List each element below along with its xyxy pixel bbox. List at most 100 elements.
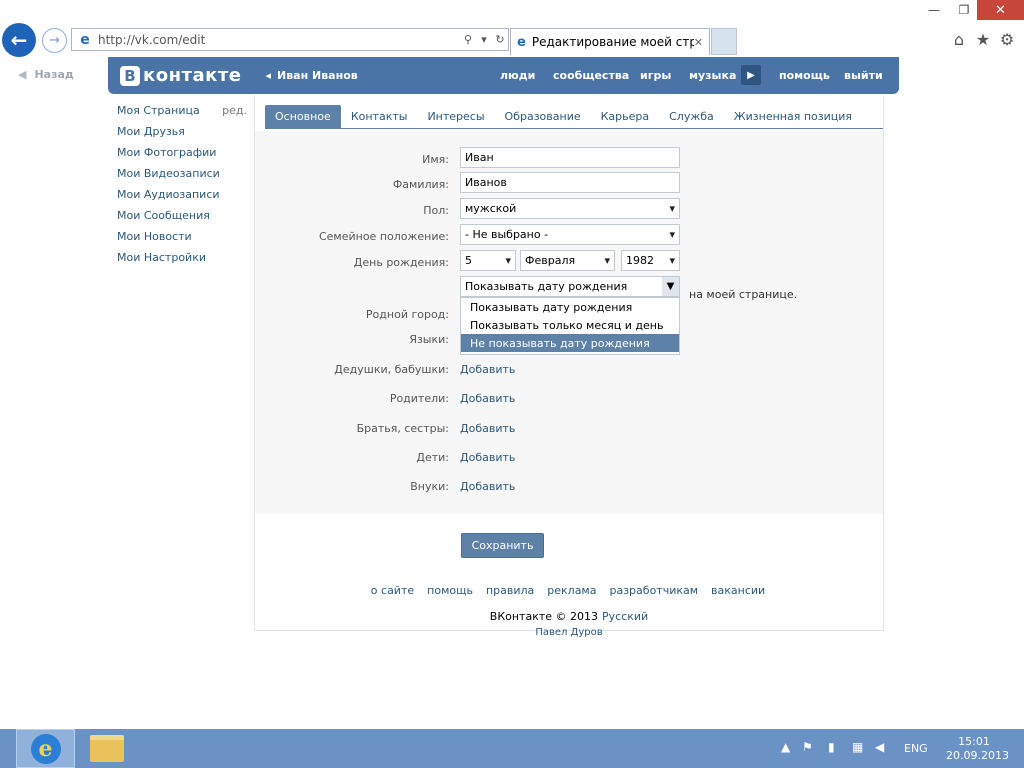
menu-my-settings[interactable]: Мои Настройки [117,251,247,272]
back-arrow-icon: ◀ [18,68,27,81]
menu-my-news[interactable]: Мои Новости [117,230,247,251]
forward-button[interactable]: → [42,28,67,53]
sex-label: Пол: [423,204,449,217]
tab-main[interactable]: Основное [265,105,341,128]
new-tab-button[interactable] [711,28,737,55]
nav-logout[interactable]: выйти [844,57,883,94]
vk-logo[interactable]: В контакте [120,65,241,86]
show-hidden-icons-icon[interactable]: ▲ [781,740,790,754]
left-menu: Моя Страница ред. Мои Друзья Мои Фотогра… [117,104,247,272]
author-link[interactable]: Павел Дуров [254,627,884,638]
bday-month-select[interactable]: Февраля [520,250,615,271]
back-button[interactable]: ← [2,23,36,57]
first-name-label: Имя: [422,153,449,166]
footer-links: о сайте помощь правила реклама разработч… [252,584,884,597]
input-language[interactable]: ENG [904,742,928,755]
footer-link-rules[interactable]: правила [486,584,534,597]
dropdown-option[interactable]: Показывать только месяц и день [461,316,679,334]
footer-link-about[interactable]: о сайте [371,584,414,597]
file-explorer-icon[interactable] [90,735,124,762]
browser-tab[interactable]: e Редактирование моей стр... ✕ [510,28,710,55]
user-arrow-icon: ◂ [265,69,271,82]
menu-my-messages[interactable]: Мои Сообщения [117,209,247,230]
footer-link-jobs[interactable]: вакансии [711,584,765,597]
bday-visibility-dropdown: Показывать дату рождения Показывать толь… [460,297,680,355]
user-name-link[interactable]: ◂ Иван Иванов [265,69,357,82]
network-icon[interactable]: ▦ [852,740,863,754]
refresh-icon[interactable]: ↻ [492,33,508,46]
back-link-label: Назад [34,68,74,81]
menu-my-audio[interactable]: Мои Аудиозаписи [117,188,247,209]
favorites-star-icon[interactable]: ★ [974,30,992,49]
play-arrow-icon: ▶ [747,69,755,81]
tab-education[interactable]: Образование [495,105,591,128]
bday-visibility-select[interactable]: Показывать дату рождения ▼ [460,276,680,297]
web-page: ◀ Назад В контакте ◂ Иван Иванов люди со… [0,57,1024,729]
address-url[interactable]: http://vk.com/edit [98,33,460,47]
last-name-input[interactable]: Иванов [460,172,680,193]
footer-link-ads[interactable]: реклама [547,584,596,597]
dropdown-option-selected[interactable]: Не показывать дату рождения [461,334,679,352]
clock-date: 20.09.2013 [946,749,1009,762]
siblings-label: Братья, сестры: [356,422,449,435]
add-grandchildren-link[interactable]: Добавить [460,480,515,493]
bday-day-select[interactable]: 5 [460,250,516,271]
menu-my-photos[interactable]: Мои Фотографии [117,146,247,167]
profile-tabs: Основное Контакты Интересы Образование К… [265,105,883,129]
close-window-button[interactable]: ✕ [977,0,1024,20]
nav-groups[interactable]: сообщества [553,57,629,94]
bday-year-select[interactable]: 1982 [621,250,680,271]
nav-help[interactable]: помощь [779,57,830,94]
logo-badge: В [120,65,140,86]
tab-interests[interactable]: Интересы [417,105,494,128]
dropdown-option[interactable]: Показывать дату рождения [461,298,679,316]
system-clock[interactable]: 15:01 20.09.2013 [946,735,1009,763]
footer-link-help[interactable]: помощь [427,584,473,597]
tab-life-position[interactable]: Жизненная позиция [724,105,862,128]
sex-select[interactable]: мужской [460,198,680,219]
nav-people[interactable]: люди [500,57,535,94]
nav-games[interactable]: игры [640,57,671,94]
close-tab-icon[interactable]: ✕ [694,36,703,49]
arrow-right-icon: → [49,33,60,48]
taskbar-ie-button[interactable]: e [16,729,75,768]
minimize-button[interactable]: — [917,0,951,20]
menu-my-friends[interactable]: Мои Друзья [117,125,247,146]
maximize-button[interactable]: ❐ [951,0,977,20]
search-icon[interactable]: ⚲ [460,33,476,46]
add-grandparents-link[interactable]: Добавить [460,363,515,376]
last-name-label: Фамилия: [392,178,449,191]
first-name-input[interactable]: Иван [460,147,680,168]
back-link[interactable]: ◀ Назад [18,68,74,81]
hometown-label: Родной город: [365,308,449,321]
tab-career[interactable]: Карьера [591,105,660,128]
address-bar[interactable]: e http://vk.com/edit ⚲ ▾ ↻ [71,28,509,51]
user-name: Иван Иванов [277,69,358,82]
menu-my-videos[interactable]: Мои Видеозаписи [117,167,247,188]
footer-link-developers[interactable]: разработчикам [609,584,698,597]
gear-icon[interactable]: ⚙ [998,30,1016,49]
dropdown-arrow-icon[interactable]: ▼ [662,277,679,296]
menu-edit-link[interactable]: ред. [222,104,247,125]
add-parents-link[interactable]: Добавить [460,392,515,405]
menu-my-page-label[interactable]: Моя Страница [117,104,200,125]
nav-more-button[interactable]: ▶ [741,65,761,85]
power-icon[interactable]: ▮ [828,740,835,754]
dropdown-arrow-icon[interactable]: ▾ [476,33,492,46]
relationship-select[interactable]: - Не выбрано - [460,224,680,245]
save-button[interactable]: Сохранить [461,533,544,558]
home-icon[interactable]: ⌂ [950,30,968,49]
menu-label: Мои Сообщения [117,209,210,222]
ie-page-icon: e [80,31,90,48]
tab-contacts[interactable]: Контакты [341,105,418,128]
nav-music[interactable]: музыка [689,57,736,94]
language-link[interactable]: Русский [602,610,648,623]
tab-service[interactable]: Служба [659,105,724,128]
action-center-flag-icon[interactable]: ⚑ [802,740,813,754]
edit-profile-panel: Основное Контакты Интересы Образование К… [254,95,884,631]
volume-icon[interactable]: ◀ [875,740,884,754]
add-children-link[interactable]: Добавить [460,451,515,464]
menu-my-page[interactable]: Моя Страница ред. [117,104,247,125]
ie-tab-icon: e [517,34,526,50]
add-siblings-link[interactable]: Добавить [460,422,515,435]
